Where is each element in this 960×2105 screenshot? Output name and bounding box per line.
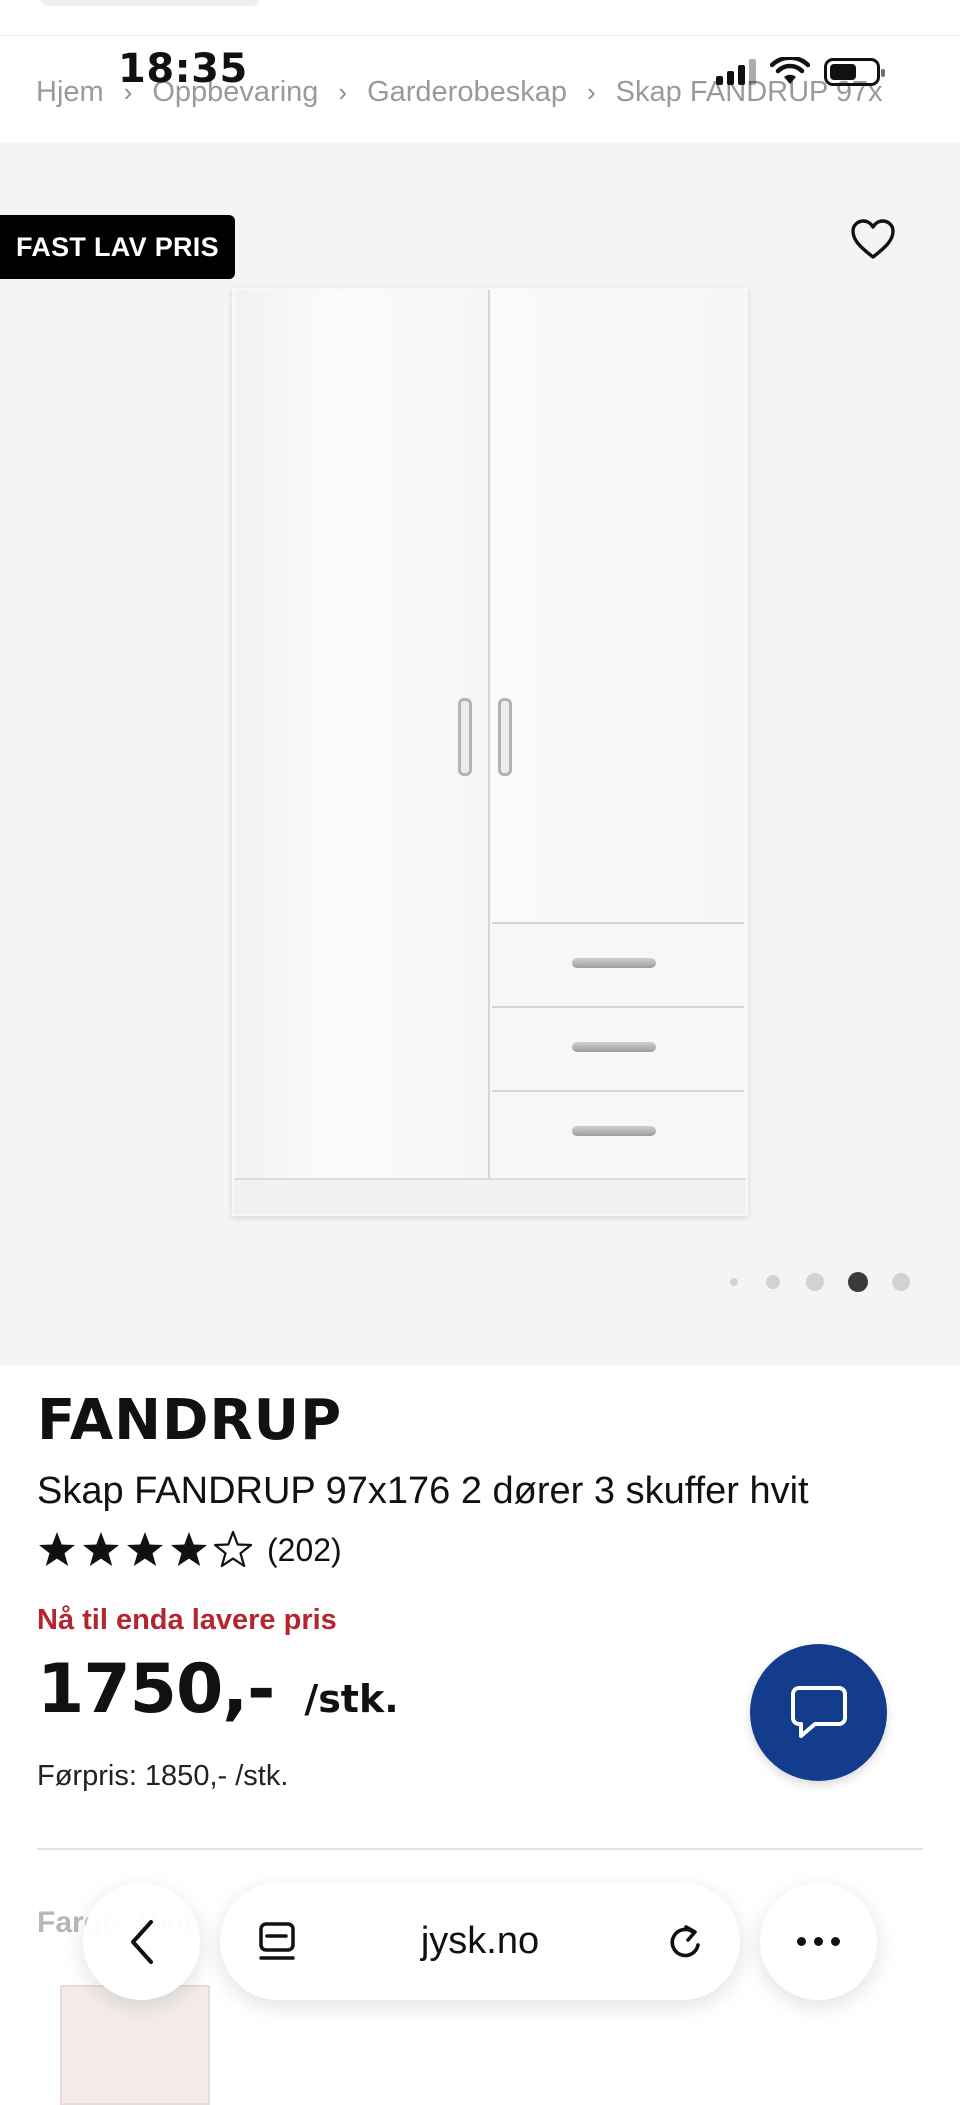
- carousel-dot[interactable]: [806, 1273, 824, 1291]
- chevron-left-icon: [130, 1919, 153, 1964]
- product-image: [232, 288, 748, 1216]
- breadcrumb-item-garderobeskap[interactable]: Garderobeskap: [367, 76, 567, 109]
- more-dots-icon[interactable]: [760, 1883, 877, 2000]
- reload-icon[interactable]: [664, 1919, 708, 1965]
- previous-price: Førpris: 1850,- /stk.: [37, 1760, 289, 1792]
- price: 1750,-: [37, 1650, 275, 1729]
- star-filled-icon: [171, 1532, 207, 1566]
- cellular-signal-icon: [716, 59, 756, 85]
- wifi-icon: [770, 57, 810, 84]
- divider: [37, 1848, 923, 1850]
- wardrobe-plinth: [234, 1178, 746, 1214]
- product-title: Skap FANDRUP 97x176 2 dører 3 skuffer hv…: [37, 1470, 809, 1512]
- wardrobe-drawer: [492, 922, 744, 1006]
- product-rating[interactable]: (202): [37, 1530, 342, 1570]
- product-brand: FANDRUP: [37, 1388, 343, 1453]
- price-row: 1750,- /stk.: [37, 1650, 399, 1729]
- fast-low-price-badge: FAST LAV PRIS: [0, 215, 235, 279]
- rating-count: (202): [267, 1531, 342, 1568]
- carousel-dot[interactable]: [766, 1275, 780, 1289]
- tabs-icon[interactable]: [256, 1919, 300, 1965]
- carousel-dot-active[interactable]: [848, 1272, 868, 1292]
- top-strip: [0, 0, 960, 36]
- chevron-right-icon: ›: [338, 76, 348, 107]
- promo-text: Nå til enda lavere pris: [37, 1604, 337, 1636]
- wardrobe-drawer: [492, 1090, 744, 1174]
- chat-button[interactable]: [750, 1644, 887, 1781]
- color-swatch[interactable]: [60, 1985, 210, 2105]
- breadcrumb-item-hjem[interactable]: Hjem: [36, 76, 104, 109]
- carousel-dot[interactable]: [730, 1278, 738, 1286]
- door-handle: [498, 698, 512, 776]
- status-icons: [716, 52, 885, 92]
- chevron-right-icon: ›: [586, 76, 596, 107]
- scrolled-search-bar: [40, 0, 260, 6]
- status-time: 18:35: [118, 46, 248, 92]
- star-outline-icon: [213, 1530, 253, 1568]
- star-filled-icon: [39, 1532, 75, 1566]
- heart-outline-icon[interactable]: [848, 214, 898, 264]
- battery-icon: [824, 58, 885, 86]
- wardrobe-left-door: [236, 290, 490, 1178]
- price-unit: /stk.: [304, 1677, 399, 1721]
- rating-stars: [37, 1530, 253, 1570]
- browser-back-button[interactable]: [83, 1883, 200, 2000]
- star-filled-icon: [83, 1532, 119, 1566]
- browser-address-bar[interactable]: jysk.no: [220, 1883, 740, 2000]
- star-filled-icon: [127, 1532, 163, 1566]
- carousel-dot[interactable]: [892, 1273, 910, 1291]
- wardrobe-right-door: [492, 290, 744, 920]
- chat-bubble-icon: [790, 1685, 847, 1738]
- door-handle: [458, 698, 472, 776]
- carousel-dots: [706, 1272, 910, 1292]
- wardrobe-drawer: [492, 1006, 744, 1090]
